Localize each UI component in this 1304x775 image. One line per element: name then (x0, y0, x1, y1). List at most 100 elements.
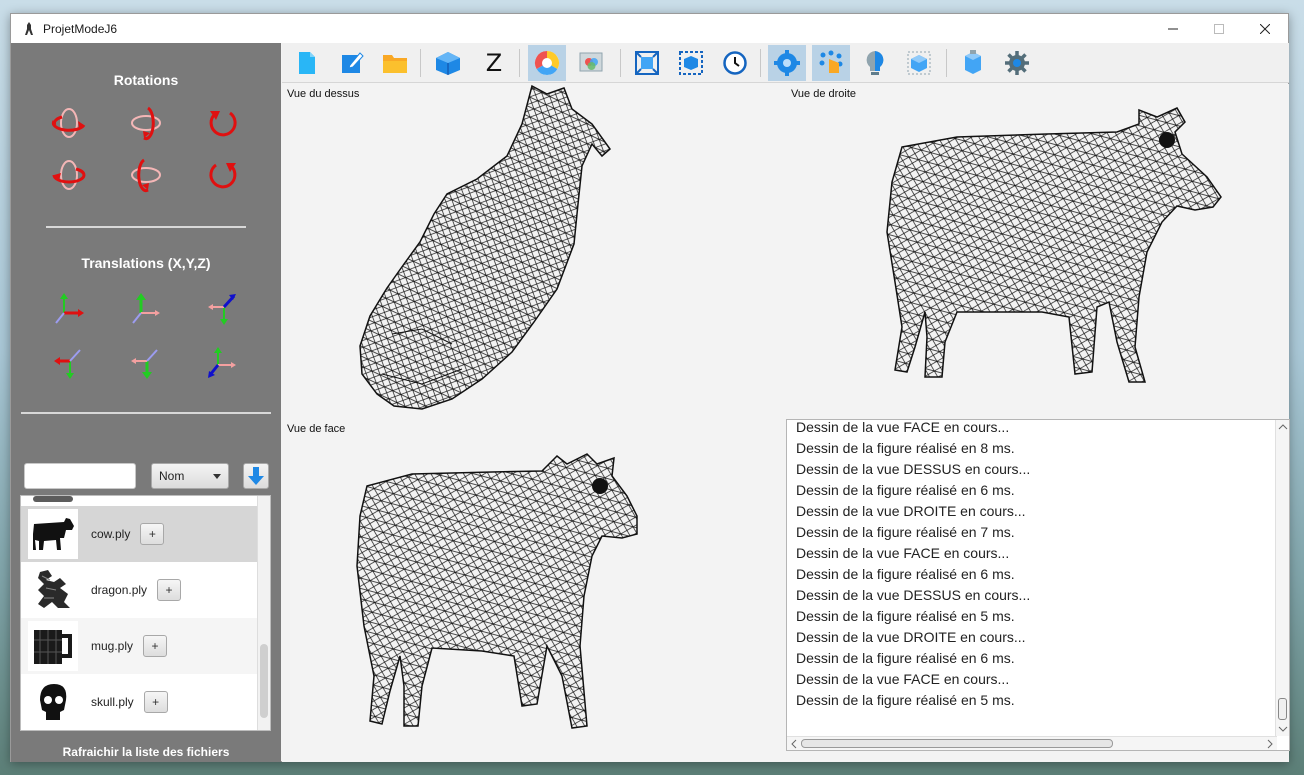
scroll-right-icon (1267, 739, 1273, 749)
add-file-button[interactable]: + (143, 691, 168, 713)
fit-screen-icon (635, 51, 659, 75)
toolbar-separator (420, 49, 421, 77)
front-view-canvas[interactable] (352, 436, 652, 736)
arrow-down-icon (248, 467, 264, 485)
settings-button[interactable] (998, 45, 1036, 81)
fit-view-button[interactable] (628, 45, 666, 81)
console-vertical-scrollbar[interactable] (1275, 420, 1289, 736)
chevron-down-icon (213, 474, 221, 479)
scroll-left-icon (791, 739, 797, 749)
file-name: mug.ply (91, 639, 134, 653)
clock-icon (723, 51, 747, 75)
file-list-scrollbar[interactable] (257, 496, 270, 730)
z-axis-button[interactable]: Z (475, 45, 513, 81)
add-file-button[interactable]: + (143, 635, 168, 657)
translation-controls (31, 291, 261, 381)
scrollbar-thumb[interactable] (801, 739, 1113, 748)
translate-y-minus-button[interactable] (108, 345, 185, 381)
folder-icon (383, 55, 407, 73)
translate-z-minus-button[interactable] (184, 345, 261, 381)
skull-thumbnail-icon (28, 677, 78, 727)
translate-x-minus-button[interactable] (31, 345, 108, 381)
center-model-button[interactable] (672, 45, 710, 81)
translate-z-plus-button[interactable] (184, 291, 261, 327)
rotate-z-icon (209, 111, 237, 137)
axes-z-minus-icon (207, 347, 236, 378)
gear-icon (1005, 51, 1029, 75)
refresh-files-button[interactable]: Rafraichir la liste des fichiers (11, 745, 281, 759)
search-input[interactable] (24, 463, 136, 489)
maximize-button (1196, 14, 1242, 43)
scrollbar-thumb[interactable] (1278, 698, 1287, 720)
console-horizontal-scrollbar[interactable] (787, 736, 1277, 750)
rotate-z-cw-button[interactable] (184, 157, 261, 193)
image-color-icon (579, 52, 603, 72)
sort-direction-button[interactable] (243, 463, 269, 489)
color-mode-button[interactable] (528, 45, 566, 81)
list-item[interactable]: skull.ply + (21, 674, 258, 730)
rotate-x-ccw-button[interactable] (31, 105, 108, 141)
gear-cube-icon (774, 50, 800, 76)
toolbar-separator (620, 49, 621, 77)
translate-x-plus-button[interactable] (31, 291, 108, 327)
frame-cube-icon (679, 51, 703, 75)
section-divider (46, 226, 246, 228)
rotate-y-icon (130, 106, 161, 141)
list-item[interactable]: mug.ply + (21, 618, 258, 674)
file-name: cow.ply (91, 527, 131, 541)
rotations-title: Rotations (113, 72, 179, 88)
open-folder-button[interactable] (376, 45, 414, 81)
minimize-button[interactable] (1150, 14, 1196, 43)
log-line: Dessin de la figure réalisé en 6 ms. (796, 566, 1015, 582)
toolbar-separator (519, 49, 520, 77)
view-3d-button[interactable] (429, 45, 467, 81)
points-icon (819, 50, 843, 73)
draw-edges-button[interactable] (812, 45, 850, 81)
rotate-y-ccw-button[interactable] (108, 105, 185, 141)
cow-thumbnail-icon (28, 509, 78, 559)
edit-button[interactable] (333, 45, 371, 81)
add-file-button[interactable]: + (157, 579, 182, 601)
axes-y-plus-icon (132, 293, 160, 324)
lighting-button[interactable] (856, 45, 894, 81)
rotate-z-icon (209, 163, 237, 189)
scrollbar-thumb[interactable] (260, 644, 268, 718)
draw-faces-button[interactable] (768, 45, 806, 81)
toolbar-separator (946, 49, 947, 77)
maximize-icon (1214, 23, 1224, 34)
top-view-canvas[interactable] (342, 84, 662, 414)
app-icon (25, 21, 33, 35)
window-title: ProjetModeJ6 (43, 21, 118, 36)
scroll-down-icon (1278, 726, 1288, 732)
rotate-z-ccw-button[interactable] (184, 105, 261, 141)
toolbar: Z (282, 43, 1289, 83)
axes-x-minus-icon (54, 349, 82, 379)
scroll-up-icon (1278, 424, 1288, 430)
file-name: skull.ply (91, 695, 134, 709)
right-view-canvas[interactable] (877, 102, 1252, 387)
light-bulb-icon (866, 51, 884, 75)
toolbar-separator (760, 49, 761, 77)
sort-select-value: Nom (159, 469, 185, 483)
list-item[interactable]: dragon.ply + (21, 562, 258, 618)
shading-button[interactable] (900, 45, 938, 81)
rotate-x-cw-button[interactable] (31, 157, 108, 193)
export-button[interactable] (954, 45, 992, 81)
translate-y-plus-button[interactable] (108, 291, 185, 327)
log-line: Dessin de la figure réalisé en 6 ms. (796, 650, 1015, 666)
log-line: Dessin de la figure réalisé en 7 ms. (796, 524, 1015, 540)
new-file-button[interactable] (288, 45, 326, 81)
dragon-thumbnail-icon (28, 565, 78, 615)
add-file-button[interactable]: + (140, 523, 165, 545)
sort-select[interactable]: Nom (151, 463, 229, 489)
list-item[interactable]: cow.ply + (21, 506, 258, 562)
close-button[interactable] (1242, 14, 1288, 43)
section-divider (21, 412, 271, 414)
z-label: Z (485, 49, 503, 77)
texture-button[interactable] (573, 45, 611, 81)
rotate-y-cw-button[interactable] (108, 157, 185, 193)
log-console[interactable]: Dessin de la vue FACE en cours... Dessin … (786, 419, 1290, 751)
log-line: Dessin de la figure réalisé en 8 ms. (796, 440, 1015, 456)
animation-timer-button[interactable] (716, 45, 754, 81)
log-line: Dessin de la vue DESSUS en cours... (796, 461, 1031, 477)
